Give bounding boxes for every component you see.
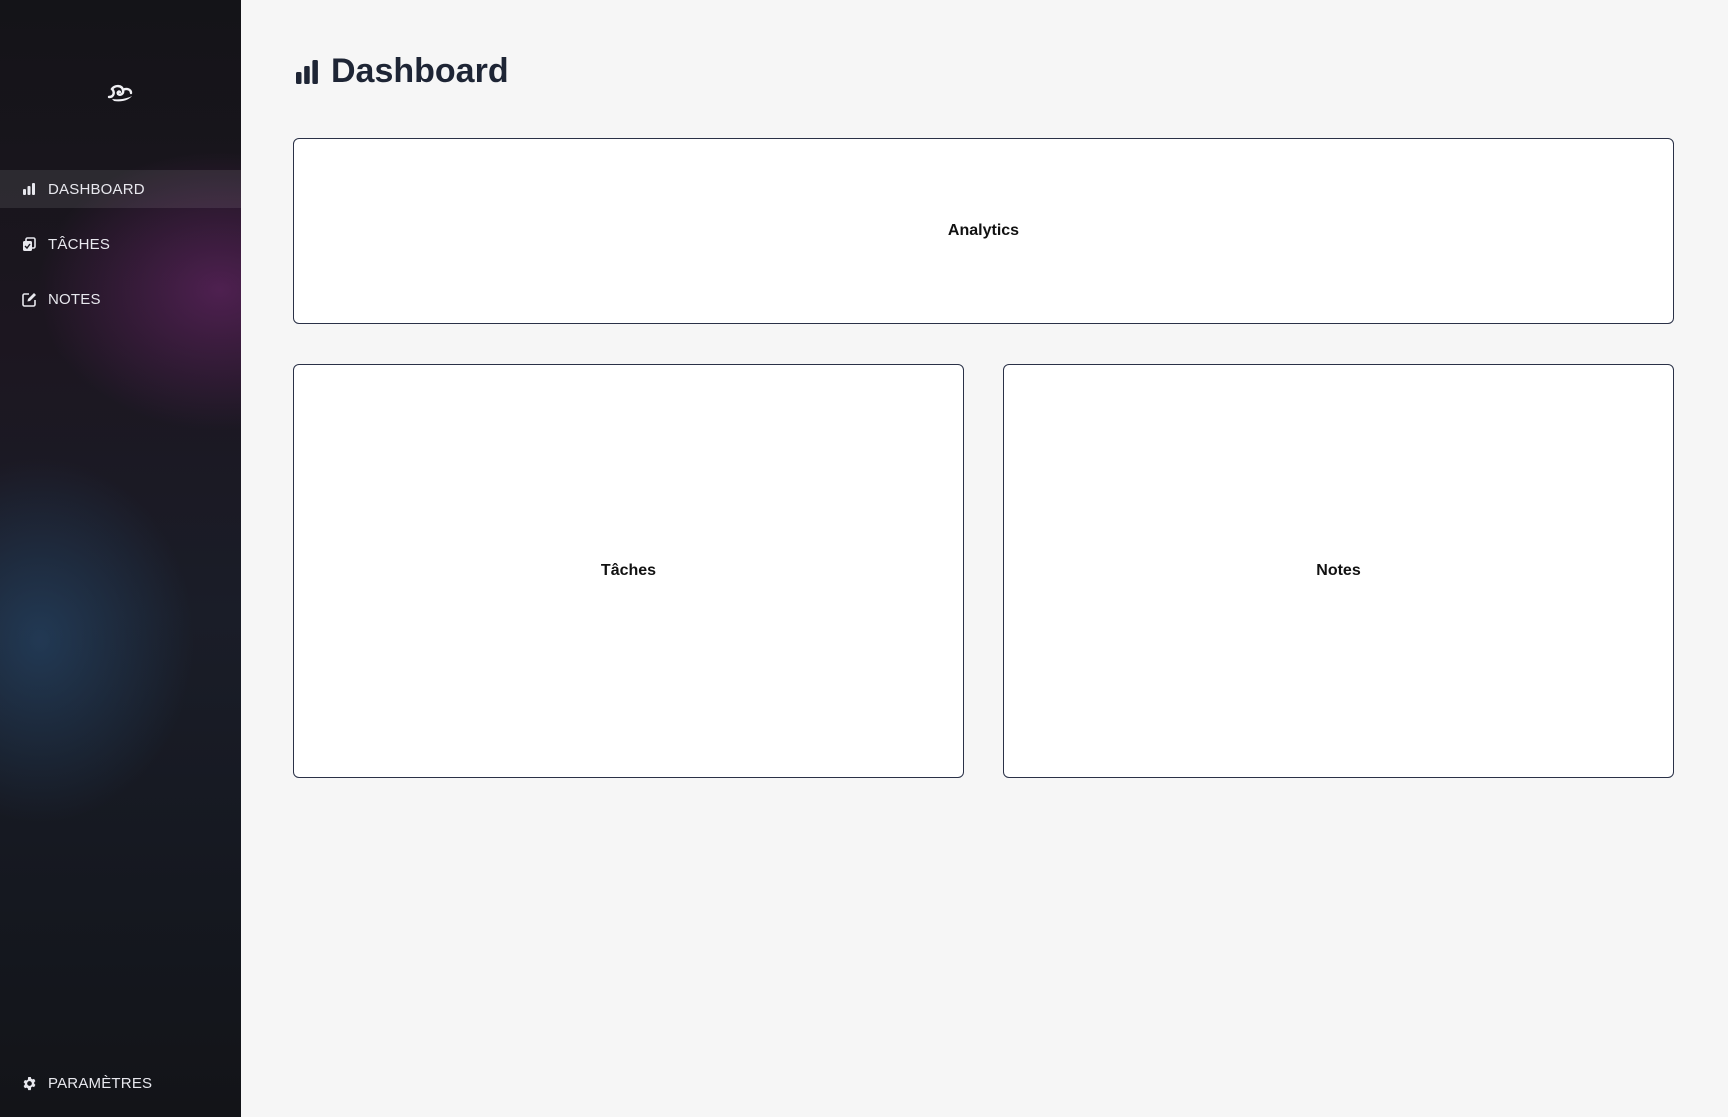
sidebar-item-label: DASHBOARD	[48, 180, 145, 198]
edit-note-icon	[21, 291, 37, 307]
sidebar-nav: DASHBOARD TÂCHES NOTES	[0, 170, 241, 335]
sidebar-item-label: NOTES	[48, 290, 101, 308]
clipboard-icon	[21, 236, 37, 252]
bar-chart-icon	[295, 59, 319, 85]
page-title: Dashboard	[331, 52, 509, 90]
sidebar-item-label: PARAMÈTRES	[48, 1074, 153, 1092]
sidebar-item-label: TÂCHES	[48, 235, 111, 253]
main-content: Dashboard Analytics Tâches Notes	[241, 0, 1728, 1117]
sidebar-item-taches[interactable]: TÂCHES	[0, 225, 241, 263]
analytics-card[interactable]: Analytics	[293, 138, 1674, 324]
card-title: Analytics	[947, 222, 1020, 239]
page-header: Dashboard	[295, 52, 509, 91]
card-title: Tâches	[600, 562, 657, 579]
wave-logo-icon[interactable]	[106, 80, 136, 104]
bar-chart-icon	[21, 181, 37, 197]
sidebar: DASHBOARD TÂCHES NOTES PARAMÈTRES	[0, 0, 241, 1117]
taches-card[interactable]: Tâches	[293, 364, 964, 778]
gear-icon	[21, 1075, 37, 1091]
app-window: DASHBOARD TÂCHES NOTES PARAMÈTRES Dashbo…	[0, 0, 1728, 1117]
sidebar-item-parametres[interactable]: PARAMÈTRES	[0, 1064, 241, 1102]
card-title: Notes	[1316, 562, 1361, 579]
notes-card[interactable]: Notes	[1003, 364, 1674, 778]
sidebar-item-dashboard[interactable]: DASHBOARD	[0, 170, 241, 208]
sidebar-item-notes[interactable]: NOTES	[0, 280, 241, 318]
sidebar-settings: PARAMÈTRES	[0, 1064, 241, 1117]
